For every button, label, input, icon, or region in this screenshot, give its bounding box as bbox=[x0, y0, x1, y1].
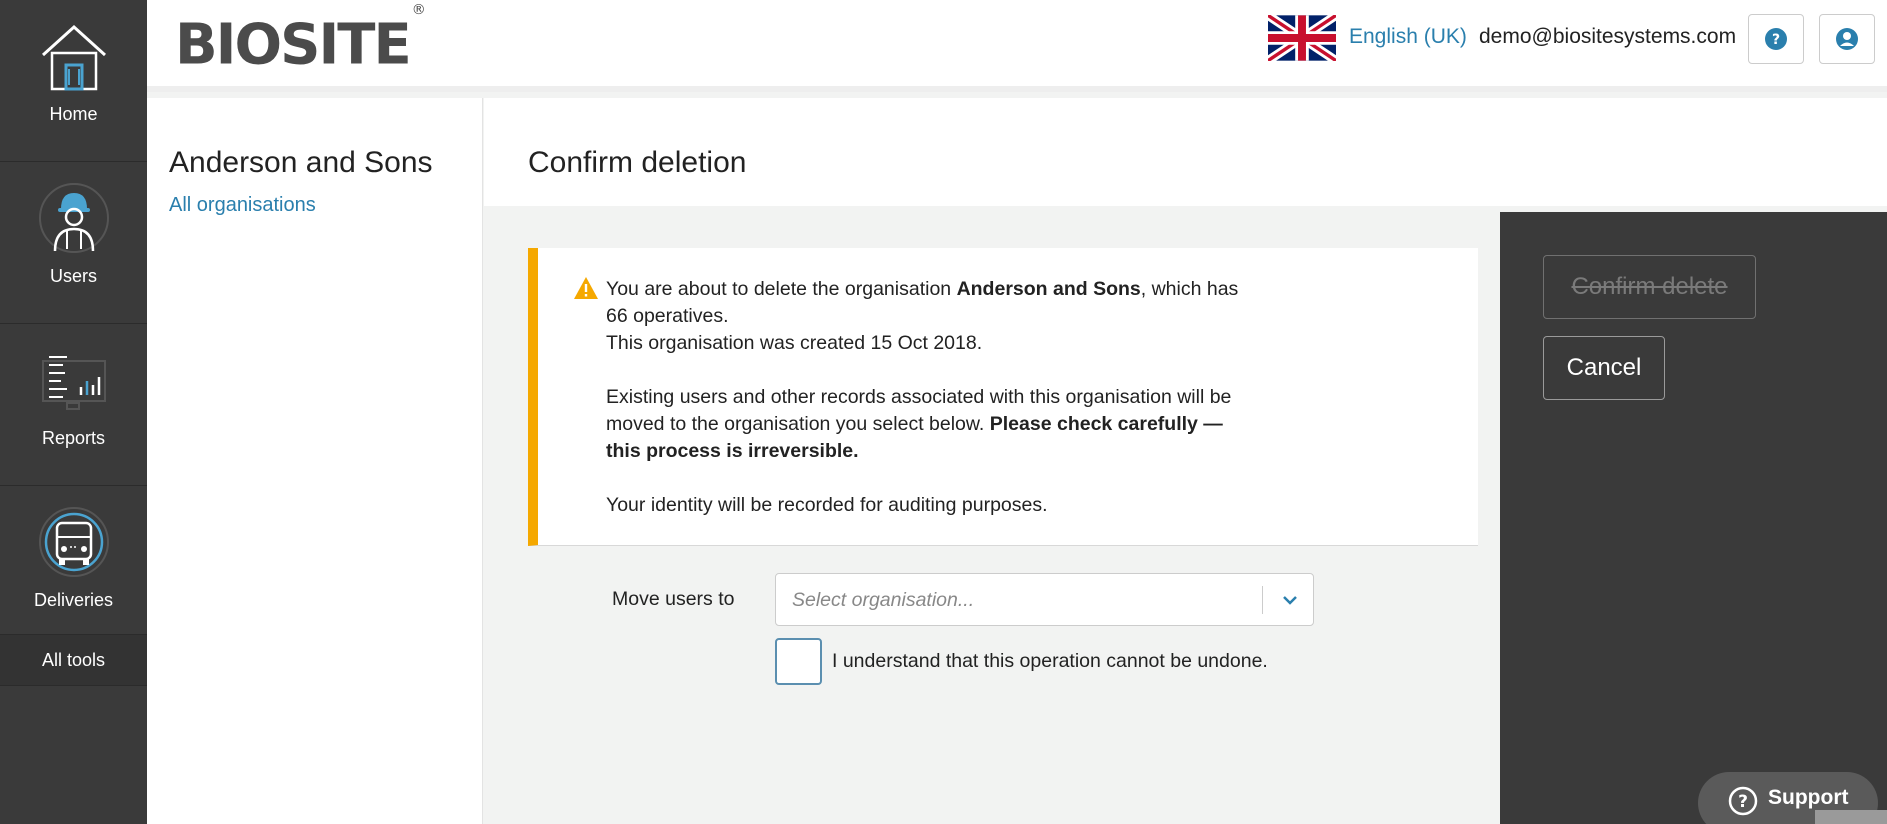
truck-icon bbox=[32, 500, 116, 584]
nav-all-tools[interactable]: All tools bbox=[0, 634, 147, 686]
understand-checkbox[interactable] bbox=[775, 638, 822, 685]
svg-text:?: ? bbox=[1738, 792, 1748, 812]
select-placeholder: Select organisation... bbox=[792, 589, 975, 611]
uk-flag-icon[interactable] bbox=[1268, 15, 1336, 61]
chevron-down-icon[interactable] bbox=[1281, 589, 1299, 611]
house-icon bbox=[32, 14, 116, 98]
actions-panel: Confirm delete Cancel bbox=[1500, 212, 1887, 824]
nav-label: Home bbox=[49, 104, 98, 124]
question-circle-icon: ? bbox=[1728, 786, 1758, 816]
language-link[interactable]: English (UK) bbox=[1349, 25, 1467, 49]
nav-label: Users bbox=[49, 266, 97, 286]
biosite-logo[interactable]: BIOSITE® bbox=[175, 2, 426, 76]
page-title: Confirm deletion bbox=[528, 146, 747, 179]
reports-icon bbox=[32, 338, 116, 422]
warning-icon bbox=[574, 277, 598, 299]
understand-checkbox-label[interactable]: I understand that this operation cannot … bbox=[832, 650, 1268, 673]
warning-org-name: Anderson and Sons bbox=[956, 278, 1141, 300]
select-separator bbox=[1262, 586, 1263, 614]
left-nav: Home Users Reports Deliveries All tools bbox=[0, 0, 147, 824]
cancel-button[interactable]: Cancel bbox=[1543, 336, 1665, 400]
move-users-label: Move users to bbox=[612, 588, 735, 610]
warning-audit-notice: Your identity will be recorded for audit… bbox=[606, 494, 1048, 516]
question-circle-icon: ? bbox=[1765, 28, 1787, 50]
nav-label: Reports bbox=[41, 428, 106, 448]
help-button[interactable]: ? bbox=[1748, 14, 1804, 64]
worker-icon bbox=[32, 176, 116, 260]
nav-item-reports[interactable]: Reports bbox=[0, 324, 147, 486]
user-circle-icon bbox=[1836, 28, 1858, 50]
confirm-delete-button[interactable]: Confirm delete bbox=[1543, 255, 1756, 319]
header: BIOSITE® English (UK) demo@biositesystem… bbox=[147, 0, 1887, 92]
nav-item-users[interactable]: Users bbox=[0, 162, 147, 324]
org-name: Anderson and Sons bbox=[169, 146, 433, 179]
corner-block bbox=[1815, 810, 1887, 824]
svg-text:?: ? bbox=[1772, 32, 1780, 48]
nav-item-home[interactable]: Home bbox=[0, 0, 147, 162]
title-strip: Confirm deletion bbox=[484, 98, 1887, 206]
user-email[interactable]: demo@biositesystems.com bbox=[1479, 25, 1736, 49]
warning-text: You are about to delete the organisation… bbox=[606, 276, 1246, 546]
support-label: Support bbox=[1768, 786, 1849, 809]
all-organisations-link[interactable]: All organisations bbox=[169, 194, 316, 217]
org-panel: Anderson and Sons All organisations bbox=[147, 98, 483, 824]
warning-card: You are about to delete the organisation… bbox=[528, 248, 1478, 546]
nav-label: Deliveries bbox=[33, 590, 114, 610]
account-button[interactable] bbox=[1819, 14, 1875, 64]
nav-item-deliveries[interactable]: Deliveries bbox=[0, 486, 147, 648]
warning-move-notice: Existing users and other records associa… bbox=[606, 386, 1232, 462]
organisation-select[interactable]: Select organisation... bbox=[775, 573, 1314, 626]
warning-created: This organisation was created 15 Oct 201… bbox=[606, 332, 983, 354]
